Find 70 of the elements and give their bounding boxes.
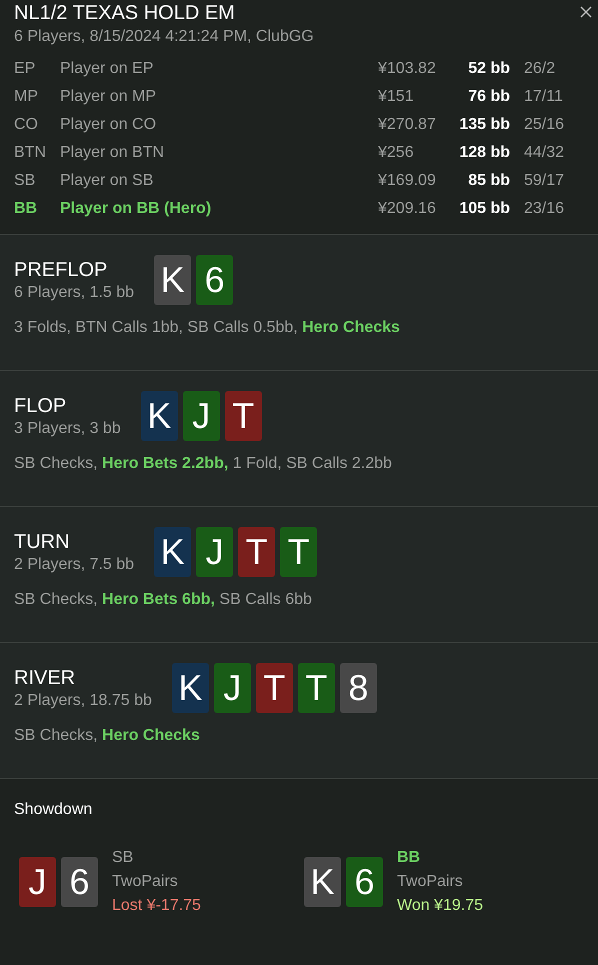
stack-in-bb: 76 bb xyxy=(467,88,511,106)
player-name: Player on BB (Hero) xyxy=(60,200,212,218)
player-position: EP xyxy=(14,60,36,78)
playing-card: 6 xyxy=(61,857,98,907)
result-amount: Lost ¥-17.75 xyxy=(112,897,201,915)
hand-rank: TwoPairs xyxy=(112,873,179,891)
player-stack: ¥270.87 xyxy=(377,116,437,134)
playing-card: 6 xyxy=(346,857,383,907)
playing-card: 8 xyxy=(340,663,377,713)
player-position: SB xyxy=(112,849,134,867)
street-info: 2 Players, 18.75 bb xyxy=(14,692,152,710)
playing-card: T xyxy=(298,663,335,713)
playing-card: K xyxy=(304,857,341,907)
street-info: 2 Players, 7.5 bb xyxy=(14,556,134,574)
playing-card: T xyxy=(256,663,293,713)
player-stack: ¥256 xyxy=(377,144,415,162)
hand-title: NL1/2 TEXAS HOLD EM xyxy=(14,1,236,24)
close-icon[interactable] xyxy=(580,6,592,18)
street-name: PREFLOP xyxy=(14,258,108,282)
player-position: CO xyxy=(14,116,39,134)
street-name: RIVER xyxy=(14,666,76,690)
playing-card: J xyxy=(19,857,56,907)
stack-in-bb: 135 bb xyxy=(458,116,511,134)
player-name: Player on CO xyxy=(60,116,158,134)
player-stack: ¥151 xyxy=(377,88,415,106)
player-position: BTN xyxy=(14,144,47,162)
player-name: Player on MP xyxy=(60,88,158,106)
street-actions: SB Checks, Hero Bets 2.2bb, 1 Fold, SB Calls 2.2bb xyxy=(14,455,393,473)
street-info: 6 Players, 1.5 bb xyxy=(14,284,134,302)
playing-card: K xyxy=(154,255,192,305)
playing-card: K xyxy=(154,527,192,577)
hand-rank: TwoPairs xyxy=(397,873,464,891)
playing-card: 6 xyxy=(196,255,234,305)
player-position: MP xyxy=(14,88,39,106)
playing-card: J xyxy=(182,391,220,441)
player-stats: 23/16 xyxy=(524,200,566,218)
player-name: Player on EP xyxy=(60,60,154,78)
stack-in-bb: 128 bb xyxy=(458,144,511,162)
street-info: 3 Players, 3 bb xyxy=(14,420,121,438)
playing-card: J xyxy=(214,663,251,713)
playing-card: K xyxy=(140,391,178,441)
player-name: Player on BTN xyxy=(60,144,166,162)
player-stack: ¥169.09 xyxy=(377,172,437,190)
showdown-title: Showdown xyxy=(14,801,94,819)
stack-in-bb: 52 bb xyxy=(467,60,511,78)
playing-card: T xyxy=(280,527,318,577)
street-actions: SB Checks, Hero Checks xyxy=(14,727,201,745)
playing-card: T xyxy=(224,391,262,441)
street-actions: SB Checks, Hero Bets 6bb, SB Calls 6bb xyxy=(14,591,313,609)
player-stack: ¥209.16 xyxy=(377,200,437,218)
player-stats: 17/11 xyxy=(524,88,564,106)
player-position: BB xyxy=(397,849,422,867)
street-name: FLOP xyxy=(14,394,68,418)
playing-card: T xyxy=(238,527,276,577)
street-name: TURN xyxy=(14,530,71,554)
stack-in-bb: 105 bb xyxy=(458,200,511,218)
player-position: SB xyxy=(14,172,36,190)
player-stats: 44/32 xyxy=(524,144,566,162)
street-actions: 3 Folds, BTN Calls 1bb, SB Calls 0.5bb, Hero Checks xyxy=(14,319,401,337)
player-stats: 59/17 xyxy=(524,172,566,190)
playing-card: J xyxy=(196,527,234,577)
player-stats: 25/16 xyxy=(524,116,566,134)
player-name: Player on SB xyxy=(60,172,154,190)
playing-card: K xyxy=(172,663,209,713)
hand-subtitle: 6 Players, 8/15/2024 4:21:24 PM, ClubGG xyxy=(14,28,315,46)
player-stats: 26/2 xyxy=(524,60,556,78)
player-stack: ¥103.82 xyxy=(377,60,437,78)
player-position: BB xyxy=(14,200,38,218)
stack-in-bb: 85 bb xyxy=(467,172,511,190)
result-amount: Won ¥19.75 xyxy=(397,897,483,915)
